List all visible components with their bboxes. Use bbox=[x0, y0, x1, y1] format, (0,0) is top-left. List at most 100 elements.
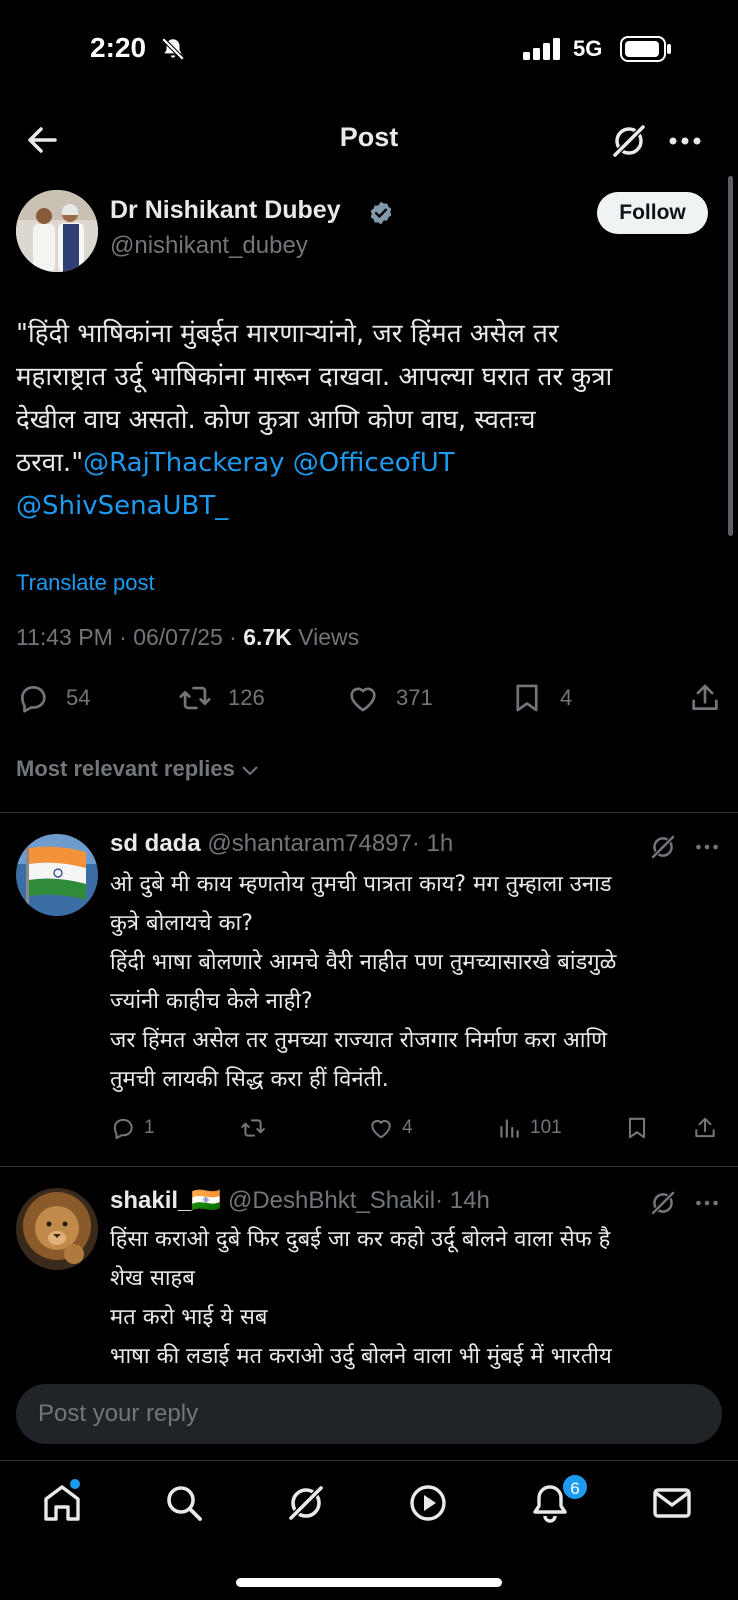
views-label: Views bbox=[298, 624, 360, 650]
like-button[interactable]: 371 bbox=[346, 676, 433, 720]
views-count[interactable]: 6.7K bbox=[243, 624, 292, 650]
reply-avatar[interactable] bbox=[16, 834, 98, 916]
reply-header: sd dada @shantaram74897· 1h bbox=[110, 830, 453, 858]
author-name[interactable]: Dr Nishikant Dubey bbox=[110, 196, 341, 225]
status-time: 2:20 bbox=[90, 32, 147, 63]
grok-icon[interactable] bbox=[648, 1188, 678, 1218]
more-options-icon[interactable] bbox=[692, 1188, 722, 1218]
bookmark-count: 4 bbox=[560, 685, 573, 710]
reply-views-count: 101 bbox=[530, 1117, 562, 1138]
home-indicator[interactable] bbox=[236, 1578, 502, 1587]
network-type: 5G bbox=[573, 36, 603, 61]
translate-post-link[interactable]: Translate post bbox=[16, 570, 155, 596]
divider bbox=[0, 812, 738, 813]
reply-composer-bar[interactable] bbox=[16, 1384, 722, 1444]
grok-icon[interactable] bbox=[608, 120, 650, 162]
divider bbox=[0, 1166, 738, 1167]
more-options-icon[interactable] bbox=[692, 832, 722, 862]
battery-icon bbox=[620, 36, 671, 62]
lion-avatar bbox=[16, 1188, 98, 1270]
notifications-badge: 6 bbox=[561, 1473, 589, 1501]
reply-icon bbox=[113, 1118, 133, 1140]
reply-reply-count: 1 bbox=[144, 1117, 155, 1138]
reply-author-name[interactable]: shakil_🇮🇳 bbox=[110, 1187, 221, 1214]
home-notification-dot bbox=[70, 1479, 80, 1489]
reply-text-line: मत करो भाई ये सब bbox=[110, 1305, 268, 1330]
repost-icon bbox=[179, 686, 211, 710]
like-count: 371 bbox=[396, 685, 433, 710]
grok-icon[interactable] bbox=[648, 832, 678, 862]
reply-author-name[interactable]: sd dada bbox=[110, 830, 201, 857]
reply-views-button[interactable]: 101 bbox=[496, 1110, 562, 1146]
video-play-icon[interactable] bbox=[404, 1479, 452, 1527]
author-photo bbox=[16, 190, 98, 272]
reply-author-handle[interactable]: @shantaram74897 bbox=[207, 830, 412, 857]
grok-icon[interactable] bbox=[282, 1479, 330, 1527]
cellular-signal-icon bbox=[523, 38, 560, 60]
share-button[interactable] bbox=[688, 676, 722, 720]
post-text-line: @ShivSenaUBT_ bbox=[16, 485, 716, 528]
reply-text: हिंसा कराओ दुबे फिर दुबई जा कर कहो उर्दू… bbox=[110, 1220, 720, 1370]
reply-repost-button[interactable] bbox=[240, 1110, 266, 1146]
heart-icon bbox=[371, 1120, 391, 1139]
post-text-line: महाराष्ट्रात उर्दू भाषिकांना मारून दाखवा… bbox=[16, 362, 613, 392]
reply-like-button[interactable]: 4 bbox=[368, 1110, 413, 1146]
follow-button[interactable]: Follow bbox=[597, 192, 708, 234]
post-text-line: देखील वाघ असतो. कोण कुत्रा आणि कोण वाघ, … bbox=[16, 405, 536, 435]
reply-input[interactable] bbox=[16, 1384, 722, 1444]
author-avatar[interactable] bbox=[16, 190, 98, 272]
post-text-line: ठरवा."@RajThackeray @OfficeofUT bbox=[16, 442, 716, 485]
reply-text-line: जर हिंमत असेल तर तुमच्या राज्यात रोजगार … bbox=[110, 1028, 608, 1053]
author-handle[interactable]: @nishikant_dubey bbox=[110, 232, 308, 260]
reply-text-line: हिंदी भाषा बोलणारे आमचे वैरी नाहीत पण तु… bbox=[110, 950, 617, 975]
post-text-segment: ठरवा." bbox=[16, 448, 84, 478]
reply-text: ओ दुबे मी काय म्हणतोय तुमची पात्रता काय?… bbox=[110, 865, 720, 1099]
search-icon[interactable] bbox=[160, 1479, 208, 1527]
reply-reply-button[interactable]: 1 bbox=[110, 1110, 155, 1146]
post-actions: 54 126 371 4 bbox=[0, 676, 738, 720]
messages-envelope-icon[interactable] bbox=[648, 1479, 696, 1527]
reply-author-handle[interactable]: @DeshBhkt_Shakil bbox=[228, 1187, 435, 1214]
reply-like-count: 4 bbox=[402, 1117, 413, 1138]
mention-link[interactable]: @ShivSenaUBT_ bbox=[16, 491, 228, 521]
post-text: "हिंदी भाषिकांना मुंबईत मारणाऱ्यांनो, जर… bbox=[16, 313, 716, 528]
post-date: 06/07/25 bbox=[133, 624, 223, 650]
mention-link[interactable]: @RajThackeray bbox=[83, 448, 284, 478]
reply-button[interactable]: 54 bbox=[16, 676, 90, 720]
reply-avatar[interactable] bbox=[16, 1188, 98, 1270]
post-meta: 11:43 PM · 06/07/25 · 6.7K Views bbox=[16, 624, 360, 650]
indian-flag-avatar bbox=[16, 834, 98, 916]
mention-link[interactable]: @OfficeofUT bbox=[293, 448, 455, 478]
heart-icon bbox=[350, 687, 376, 712]
scrollbar[interactable] bbox=[728, 176, 733, 536]
repost-button[interactable]: 126 bbox=[178, 676, 265, 720]
more-options-icon[interactable] bbox=[664, 120, 706, 162]
reply-time: · 1h bbox=[411, 830, 454, 857]
reply-header: shakil_🇮🇳 @DeshBhkt_Shakil· 14h bbox=[110, 1186, 490, 1215]
reply-icon bbox=[21, 686, 46, 713]
reply-share-button[interactable] bbox=[692, 1110, 718, 1146]
reply-text-line: भाषा की लडाई मत कराओ उर्दु बोलने वाला भी… bbox=[110, 1344, 612, 1369]
top-nav-bar: Post bbox=[0, 100, 738, 180]
reply-time: · 14h bbox=[435, 1187, 490, 1214]
reply-text-line: ओ दुबे मी काय म्हणतोय तुमची पात्रता काय?… bbox=[110, 872, 612, 897]
reply-text-line: तुमची लायकी सिद्ध करा हीं विनंती. bbox=[110, 1067, 389, 1092]
repost-count: 126 bbox=[228, 685, 265, 710]
reply-text-line: शेख साहब bbox=[110, 1266, 195, 1291]
reply-bookmark-button[interactable] bbox=[624, 1110, 650, 1146]
replies-sort-label: Most relevant replies bbox=[16, 756, 235, 781]
reply-text-line: कुत्रे बोलायचे का? bbox=[110, 911, 253, 936]
chevron-down-icon bbox=[242, 766, 258, 776]
status-bar: 2:20 5G bbox=[0, 0, 738, 100]
views-chart-icon bbox=[500, 1119, 519, 1138]
bookmark-icon bbox=[516, 684, 538, 712]
reply-count: 54 bbox=[66, 685, 91, 710]
bell-slash-icon bbox=[161, 37, 185, 61]
share-icon bbox=[692, 684, 718, 710]
bookmark-button[interactable]: 4 bbox=[510, 676, 572, 720]
repost-icon bbox=[241, 1119, 265, 1137]
reply-text-line: ज्यांनी काहीच केले नाही? bbox=[110, 989, 313, 1014]
post-time: 11:43 PM bbox=[16, 624, 113, 650]
replies-sort-dropdown[interactable]: Most relevant replies bbox=[16, 756, 259, 782]
post-text-line: "हिंदी भाषिकांना मुंबईत मारणाऱ्यांनो, जर… bbox=[16, 319, 559, 349]
